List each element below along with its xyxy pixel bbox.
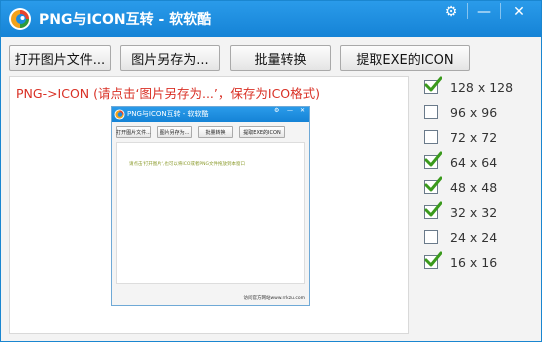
size-label: 16 x 16 <box>450 254 498 270</box>
size-option[interactable]: 32 x 32 <box>421 201 537 222</box>
size-label: 96 x 96 <box>450 104 498 120</box>
preview-button: 打开图片文件... <box>116 126 151 138</box>
preview-image: PNG与ICON互转 - 软软酷 ⚙ — ✕ 打开图片文件... 图片另存为..… <box>111 106 310 306</box>
size-checkbox[interactable] <box>424 130 438 144</box>
hint-text: PNG->ICON (请点击‘图片另存为...’，保存为ICO格式) <box>16 86 321 101</box>
size-label: 32 x 32 <box>450 204 498 220</box>
app-logo-icon <box>9 8 31 30</box>
checkmark-icon <box>424 176 442 192</box>
open-image-button[interactable]: 打开图片文件... <box>9 45 111 71</box>
size-label: 48 x 48 <box>450 179 498 195</box>
preview-content-area: 请点击'打开图片',也可以将ICO或者PNG文件拖放到本窗口 <box>116 142 305 284</box>
settings-button[interactable]: ⚙ <box>435 1 467 23</box>
size-checkbox[interactable] <box>424 230 438 244</box>
checkmark-icon <box>424 251 442 267</box>
size-label: 128 x 128 <box>450 79 514 95</box>
minimize-icon: — <box>477 4 491 20</box>
close-button[interactable]: ✕ <box>501 1 537 23</box>
extract-exe-icon-button[interactable]: 提取EXE的ICON <box>340 45 470 71</box>
checkmark-icon <box>424 201 442 217</box>
size-option[interactable]: 16 x 16 <box>421 251 537 272</box>
preview-button: 批量转换 <box>198 126 233 138</box>
gear-icon: ⚙ <box>444 4 458 20</box>
close-icon: ✕ <box>513 4 525 20</box>
size-checkbox[interactable] <box>424 201 442 219</box>
size-option[interactable]: 128 x 128 <box>421 76 537 97</box>
size-label: 64 x 64 <box>450 154 498 170</box>
size-checkbox[interactable] <box>424 176 442 194</box>
app-logo-icon <box>114 109 125 120</box>
preview-message: 请点击'打开图片',也可以将ICO或者PNG文件拖放到本窗口 <box>129 162 245 167</box>
close-icon: ✕ <box>300 107 306 114</box>
size-label: 72 x 72 <box>450 129 498 145</box>
app-window: PNG与ICON互转 - 软软酷 ⚙ — ✕ 打开图片文件... 图片另存为..… <box>0 0 542 342</box>
batch-convert-button[interactable]: 批量转换 <box>230 45 331 71</box>
save-as-button[interactable]: 图片另存为... <box>120 45 220 71</box>
size-checkbox[interactable] <box>424 105 438 119</box>
preview-button: 提取EXE的ICON <box>239 126 285 138</box>
preview-button: 图片另存为... <box>157 126 192 138</box>
window-title: PNG与ICON互转 - 软软酷 <box>39 12 212 28</box>
title-bar[interactable]: PNG与ICON互转 - 软软酷 ⚙ — ✕ <box>1 1 541 37</box>
image-preview-area[interactable]: PNG->ICON (请点击‘图片另存为...’，保存为ICO格式) PNG与I… <box>9 76 409 334</box>
size-checkbox[interactable] <box>424 251 442 269</box>
preview-title-bar: PNG与ICON互转 - 软软酷 ⚙ — ✕ <box>112 107 309 122</box>
minimize-icon: — <box>287 107 293 114</box>
size-checkbox[interactable] <box>424 151 442 169</box>
size-option[interactable]: 24 x 24 <box>421 227 537 247</box>
size-checkbox[interactable] <box>424 76 442 94</box>
size-option[interactable]: 64 x 64 <box>421 151 537 172</box>
checkmark-icon <box>424 76 442 92</box>
checkmark-icon <box>424 151 442 167</box>
preview-window-title: PNG与ICON互转 - 软软酷 <box>127 110 209 118</box>
toolbar: 打开图片文件... 图片另存为... 批量转换 提取EXE的ICON <box>1 37 541 73</box>
size-label: 24 x 24 <box>450 229 498 245</box>
minimize-button[interactable]: — <box>468 1 500 23</box>
size-option[interactable]: 72 x 72 <box>421 127 537 147</box>
preview-status-link: 访问官方网站www.rrkzu.com <box>243 296 305 301</box>
size-option[interactable]: 48 x 48 <box>421 176 537 197</box>
size-option[interactable]: 96 x 96 <box>421 102 537 122</box>
gear-icon: ⚙ <box>274 107 280 114</box>
